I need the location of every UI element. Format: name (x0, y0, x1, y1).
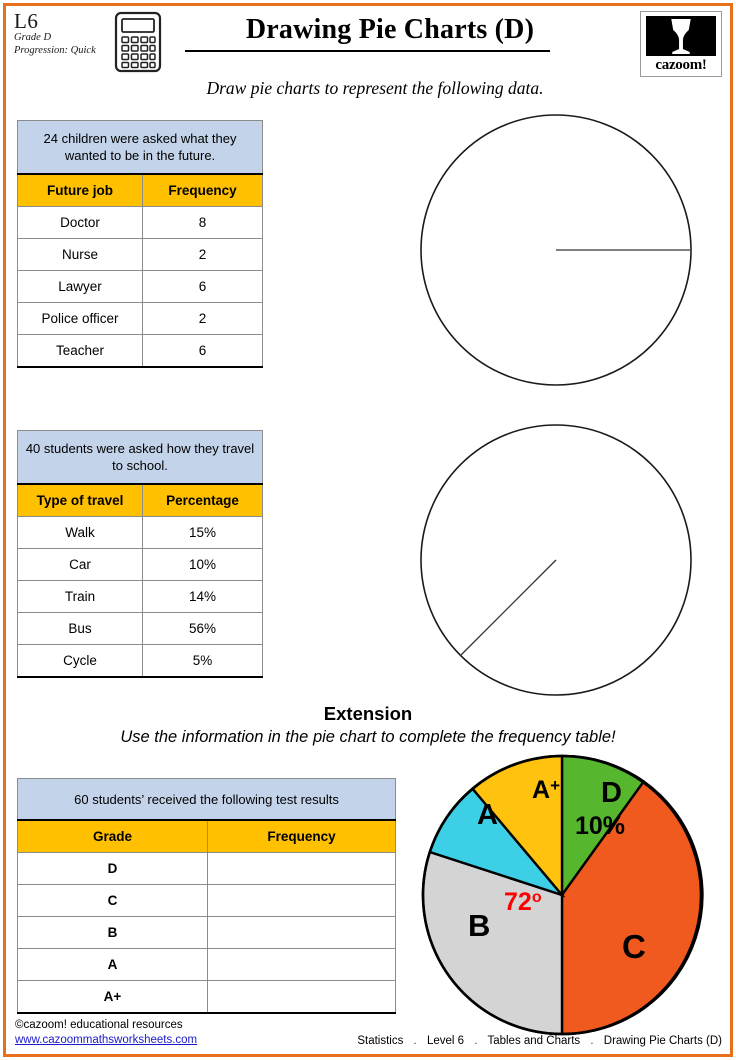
table-row: A (17, 948, 396, 981)
breadcrumb-item-3: Drawing Pie Charts (D) (603, 1035, 722, 1047)
table-row: Doctor 8 (17, 206, 264, 239)
table-row: Train 14% (17, 580, 264, 613)
future-job-table: 24 children were asked what they wanted … (16, 120, 264, 368)
table3-answer-field-1[interactable] (207, 884, 396, 917)
pie-label-b: B (468, 908, 490, 943)
table2-cell-0-1: 15% (141, 516, 264, 549)
table3-answer-field-4[interactable] (207, 980, 396, 1014)
breadcrumb-item-1: Level 6 (426, 1035, 465, 1047)
calculator-icon (113, 11, 163, 73)
blank-pie-chart-2[interactable] (402, 418, 710, 708)
breadcrumb-item-0: Statistics (357, 1035, 404, 1047)
grade-label: Grade D (14, 32, 52, 43)
blank-pie-chart-1[interactable] (402, 108, 710, 398)
pie-annotation-10-percent: 10% (575, 812, 625, 840)
table3-answer-field-2[interactable] (207, 916, 396, 949)
table2-col-1: Percentage (141, 483, 264, 517)
table-row: Nurse 2 (17, 238, 264, 271)
table1-caption: 24 children were asked what they wanted … (16, 120, 264, 175)
level-code: L6 (14, 9, 39, 33)
extension-pie-chart[interactable]: D 10% C B A A+ 72o (415, 750, 715, 1040)
table3-answer-field-3[interactable] (207, 948, 396, 981)
table1-cell-3-0: Police officer (17, 302, 143, 335)
table-row: Cycle 5% (17, 644, 264, 678)
table-header-row: Future job Frequency (17, 173, 264, 207)
table3-cell-3-0: A (17, 948, 208, 981)
table1-cell-1-1: 2 (141, 238, 264, 271)
table-row: C (17, 884, 396, 917)
table1-col-0: Future job (17, 173, 143, 207)
table-row: Teacher 6 (17, 334, 264, 368)
table3-cell-4-0: A+ (17, 980, 208, 1014)
table-row: Police officer 2 (17, 302, 264, 335)
table-caption-row: 60 students’ received the following test… (17, 778, 396, 821)
logo-goblet-icon (646, 16, 716, 56)
table-caption-row: 24 children were asked what they wanted … (16, 120, 264, 175)
table1-col-1: Frequency (141, 173, 264, 207)
pie-label-d: D (601, 777, 622, 809)
table2-cell-0-0: Walk (17, 516, 143, 549)
table1-cell-4-1: 6 (141, 334, 264, 368)
table2-cell-4-0: Cycle (17, 644, 143, 678)
table1-cell-0-1: 8 (141, 206, 264, 239)
table-row: B (17, 916, 396, 949)
table-row: Walk 15% (17, 516, 264, 549)
grade-frequency-table: 60 students’ received the following test… (17, 778, 396, 1014)
table2-cell-3-0: Bus (17, 612, 143, 645)
progression-label: Progression: Quick (14, 44, 96, 56)
table2-caption: 40 students were asked how they travel t… (16, 430, 264, 485)
title-underline (185, 50, 550, 52)
table-row: D (17, 852, 396, 885)
table-row: Bus 56% (17, 612, 264, 645)
table3-col-0: Grade (17, 819, 208, 853)
breadcrumb-item-2: Tables and Charts (487, 1035, 581, 1047)
table3-answer-field-0[interactable] (207, 852, 396, 885)
header-level-block: L6 Grade D Progression: Quick (14, 10, 106, 57)
travel-type-table: 40 students were asked how they travel t… (16, 430, 264, 678)
table3-cell-0-0: D (17, 852, 208, 885)
table2-cell-1-1: 10% (141, 548, 264, 581)
table1-cell-4-0: Teacher (17, 334, 143, 368)
footer-breadcrumb: Statistics . Level 6 . Tables and Charts… (357, 1035, 722, 1047)
table2-col-0: Type of travel (17, 483, 143, 517)
table-caption-row: 40 students were asked how they travel t… (16, 430, 264, 485)
worksheet-page: L6 Grade D Progression: Quick Drawing Pi… (0, 0, 736, 1060)
footer-left: ©cazoom! educational resources www.cazoo… (15, 1018, 197, 1048)
table2-cell-3-1: 56% (141, 612, 264, 645)
table2-cell-1-0: Car (17, 548, 143, 581)
table-row: Car 10% (17, 548, 264, 581)
main-instruction: Draw pie charts to represent the followi… (206, 78, 544, 98)
table1-cell-0-0: Doctor (17, 206, 143, 239)
website-link[interactable]: www.cazoommathsworksheets.com (15, 1033, 197, 1048)
table-row: Lawyer 6 (17, 270, 264, 303)
page-title: Drawing Pie Charts (D) (245, 14, 535, 45)
table-row: A+ (17, 980, 396, 1014)
copyright-text: ©cazoom! educational resources (15, 1019, 183, 1031)
table-header-row: Grade Frequency (17, 819, 396, 853)
breadcrumb-separator: . (590, 1035, 594, 1047)
table3-cell-2-0: B (17, 916, 208, 949)
pie-label-c: C (622, 928, 646, 965)
table1-cell-2-0: Lawyer (17, 270, 143, 303)
cazoom-logo: cazoom! (640, 11, 722, 77)
table1-cell-2-1: 6 (141, 270, 264, 303)
extension-subheading: Use the information in the pie chart to … (120, 728, 616, 746)
breadcrumb-separator: . (474, 1035, 478, 1047)
table3-cell-1-0: C (17, 884, 208, 917)
table-header-row: Type of travel Percentage (17, 483, 264, 517)
table1-cell-1-0: Nurse (17, 238, 143, 271)
breadcrumb-separator: . (413, 1035, 417, 1047)
extension-heading: Extension (323, 703, 413, 724)
table2-cell-2-1: 14% (141, 580, 264, 613)
table3-caption: 60 students’ received the following test… (17, 778, 396, 821)
pie-label-a: A (477, 799, 498, 831)
table2-cell-4-1: 5% (141, 644, 264, 678)
table1-cell-3-1: 2 (141, 302, 264, 335)
table2-cell-2-0: Train (17, 580, 143, 613)
table3-col-1: Frequency (207, 819, 396, 853)
logo-wordmark: cazoom! (655, 57, 707, 73)
